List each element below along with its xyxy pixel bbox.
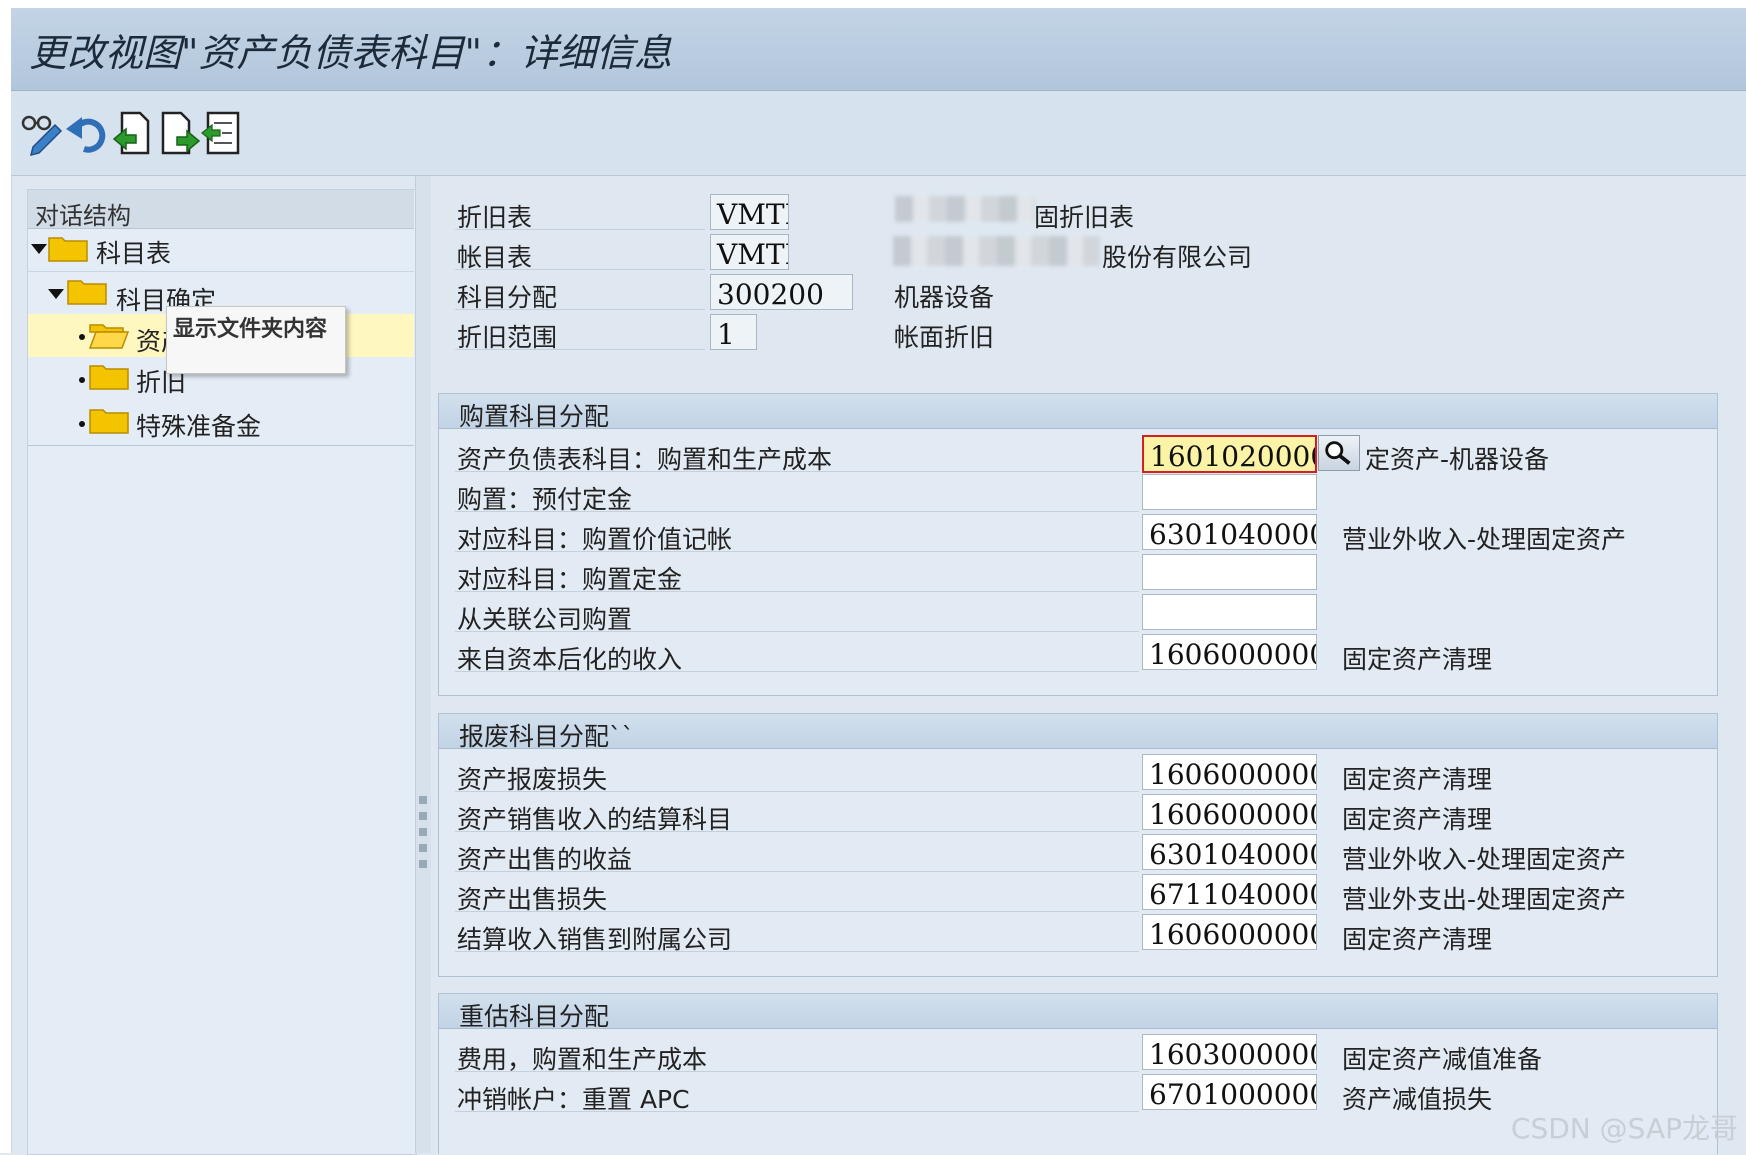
folder-tooltip: 显示文件夹内容	[166, 306, 346, 374]
field-underline	[455, 951, 1139, 952]
undo-icon	[66, 117, 106, 153]
field-underline	[455, 511, 1139, 512]
tree-node-chart-of-accounts[interactable]: 科目表	[28, 228, 414, 272]
revaluation-cost-field[interactable]: 1603000000	[1142, 1034, 1317, 1070]
acquisition-cost-account-field[interactable]: 1601020000	[1142, 435, 1317, 473]
select-all-button[interactable]	[200, 109, 246, 157]
affiliated-sale-clearing-field[interactable]: 1606000000	[1142, 914, 1317, 950]
splitter-grip[interactable]	[419, 844, 427, 852]
document-arrow-left-icon	[112, 111, 150, 155]
splitter-grip[interactable]	[419, 828, 427, 836]
open-folder-icon	[89, 324, 129, 349]
document-arrow-right-icon	[161, 111, 201, 155]
tree-node-label: 特殊准备金	[136, 412, 262, 441]
chart-of-accounts-field[interactable]: VMTD	[710, 234, 789, 270]
field-underline	[455, 229, 705, 230]
field-desc: 固定资产清理	[1342, 925, 1493, 954]
tree-leaf-bullet	[79, 421, 85, 427]
folder-icon	[48, 237, 88, 262]
page-title: 更改视图"资产负债表科目"：详细信息	[29, 31, 672, 75]
expand-triangle-icon[interactable]	[48, 289, 64, 299]
undo-button[interactable]	[64, 109, 110, 157]
capitalization-revenue-field[interactable]: 1606000000	[1142, 634, 1317, 670]
expand-triangle-icon[interactable]	[31, 244, 47, 254]
splitter-grip[interactable]	[419, 796, 427, 804]
offset-down-payment-field[interactable]	[1142, 554, 1317, 590]
magnifier-icon	[1325, 441, 1351, 465]
field-underline	[455, 471, 1139, 472]
folder-icon	[89, 365, 129, 390]
select-block-icon	[201, 111, 240, 155]
field-desc: 资产减值损失	[1342, 1085, 1493, 1114]
offset-replacement-apc-field[interactable]: 6701000000	[1142, 1074, 1317, 1110]
field-underline	[455, 911, 1139, 912]
value-help-button[interactable]	[1318, 435, 1360, 471]
field-underline	[455, 631, 1139, 632]
group-title: 报废科目分配``	[459, 722, 635, 751]
down-payment-account-field[interactable]	[1142, 474, 1317, 510]
sale-revenue-clearing-field[interactable]: 1606000000	[1142, 794, 1317, 830]
offset-acquisition-account-field[interactable]: 6301040000	[1142, 514, 1317, 550]
tooltip-text: 显示文件夹内容	[173, 317, 328, 342]
application-toolbar	[11, 91, 1746, 176]
field-desc: 营业外支出-处理固定资产	[1342, 885, 1627, 914]
depreciation-area-field[interactable]: 1	[710, 314, 757, 350]
redacted-text	[893, 236, 1100, 266]
field-underline	[455, 309, 705, 310]
dialog-structure-title: 对话结构	[35, 202, 131, 230]
field-underline	[455, 349, 705, 350]
field-desc: 营业外收入-处理固定资产	[1342, 845, 1627, 874]
field-desc: 固定资产清理	[1342, 805, 1493, 834]
field-desc: 营业外收入-处理固定资产	[1342, 525, 1627, 554]
window-top-strip	[11, 0, 1746, 8]
folder-icon	[89, 409, 129, 434]
field-underline	[455, 551, 1139, 552]
account-determination-field[interactable]: 300200	[710, 274, 853, 310]
panel-splitter[interactable]	[415, 176, 431, 1153]
depreciation-chart-desc: 固折旧表	[1034, 203, 1135, 232]
account-determination-desc: 机器设备	[894, 283, 995, 312]
title-bar: 更改视图"资产负债表科目"：详细信息	[11, 8, 1746, 91]
field-underline	[455, 591, 1139, 592]
chart-of-accounts-desc: 股份有限公司	[1102, 243, 1253, 272]
depreciation-area-desc: 帐面折旧	[894, 323, 995, 352]
field-desc: 固定资产清理	[1342, 765, 1493, 794]
field-underline	[455, 1071, 1139, 1072]
redacted-text	[895, 196, 1035, 222]
sale-loss-field[interactable]: 6711040000	[1142, 874, 1317, 910]
display-change-button[interactable]	[19, 109, 65, 157]
splitter-grip[interactable]	[419, 812, 427, 820]
field-underline	[455, 831, 1139, 832]
tree-node-label: 科目表	[96, 239, 172, 268]
next-entry-button[interactable]	[157, 109, 203, 157]
dialog-structure-header: 对话结构	[28, 190, 414, 230]
field-desc: 固定资产减值准备	[1342, 1045, 1543, 1074]
watermark: CSDN @SAP龙哥	[1510, 1112, 1738, 1145]
field-underline	[455, 871, 1139, 872]
group-header: 购置科目分配	[439, 394, 1717, 431]
depreciation-chart-field[interactable]: VMTD	[710, 194, 789, 230]
folder-icon	[67, 280, 107, 305]
sale-gain-field[interactable]: 6301040000	[1142, 834, 1317, 870]
splitter-grip[interactable]	[419, 860, 427, 868]
field-underline	[455, 791, 1139, 792]
glasses-pencil-icon	[21, 115, 63, 157]
group-header: 报废科目分配``	[439, 714, 1717, 751]
field-desc: 定资产-机器设备	[1365, 445, 1550, 474]
tree-leaf-bullet	[79, 334, 85, 340]
field-underline	[455, 671, 1139, 672]
affiliated-acquisition-field[interactable]	[1142, 594, 1317, 630]
tree-node-special-reserves[interactable]: 特殊准备金	[28, 402, 414, 446]
previous-entry-button[interactable]	[110, 109, 156, 157]
tree-leaf-bullet	[79, 377, 85, 383]
field-underline	[455, 269, 705, 270]
group-header: 重估科目分配	[439, 994, 1717, 1031]
field-underline	[455, 1111, 1139, 1112]
retirement-loss-field[interactable]: 1606000000	[1142, 754, 1317, 790]
group-title: 重估科目分配	[459, 1002, 610, 1031]
field-desc: 固定资产清理	[1342, 645, 1493, 674]
group-title: 购置科目分配	[459, 402, 610, 431]
